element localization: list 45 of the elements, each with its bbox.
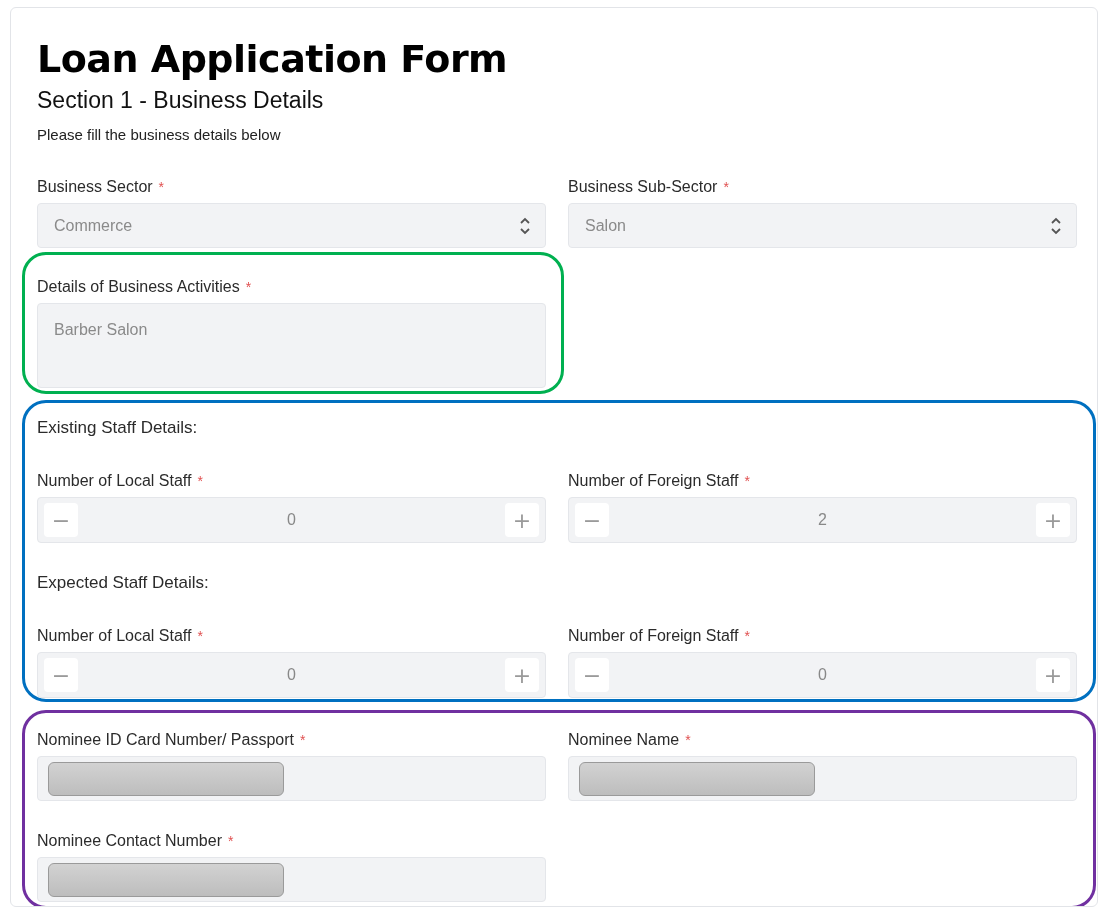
instruction-text: Please fill the business details below <box>37 126 282 144</box>
field-label: Number of Foreign Staff <box>568 627 739 645</box>
form-title: Loan Application Form <box>37 37 509 81</box>
input-field[interactable] <box>37 756 546 801</box>
field-label: Number of Local Staff <box>37 472 192 490</box>
number-field[interactable]: 0 <box>287 666 296 684</box>
section-title: Section 1 - Business Details <box>37 87 325 113</box>
decrement-button[interactable]: − <box>575 503 609 537</box>
decrement-button[interactable]: − <box>44 658 78 692</box>
increment-button[interactable]: + <box>505 658 539 692</box>
input-field[interactable] <box>37 857 546 902</box>
text-area[interactable]: Barber Salon <box>37 303 546 388</box>
number-field[interactable]: 0 <box>818 666 827 684</box>
required-mark: * <box>197 628 203 644</box>
required-mark: * <box>197 473 203 489</box>
select-field[interactable]: Commerce <box>37 203 546 248</box>
group-heading: Expected Staff Details: <box>37 574 210 592</box>
increment-button[interactable]: + <box>1036 503 1070 537</box>
select-field[interactable]: Salon <box>568 203 1077 248</box>
number-field[interactable]: 2 <box>818 511 827 529</box>
required-mark: * <box>300 732 306 748</box>
group-heading: Existing Staff Details: <box>37 419 199 437</box>
required-mark: * <box>245 279 252 295</box>
field-label: Nominee ID Card Number/ Passport <box>37 731 294 749</box>
required-mark: * <box>723 179 729 195</box>
increment-button[interactable]: + <box>1036 658 1070 692</box>
field-label: Number of Foreign Staff <box>568 472 739 490</box>
chevron-updown-icon <box>1050 215 1062 236</box>
field-label: Nominee Name <box>568 731 680 749</box>
number-field[interactable]: 0 <box>287 511 296 529</box>
field-label: Number of Local Staff <box>37 627 192 645</box>
decrement-button[interactable]: − <box>44 503 78 537</box>
decrement-button[interactable]: − <box>575 658 609 692</box>
field-label: Business Sector <box>37 178 153 196</box>
input-field[interactable] <box>568 756 1077 801</box>
field-label: Nominee Contact Number <box>37 832 222 850</box>
required-mark: * <box>744 473 750 489</box>
chevron-updown-icon <box>519 215 531 236</box>
required-mark: * <box>227 833 234 849</box>
required-mark: * <box>685 732 691 748</box>
field-label: Details of Business Activities <box>37 278 240 296</box>
increment-button[interactable]: + <box>505 503 539 537</box>
required-mark: * <box>158 179 165 195</box>
field-label: Business Sub-Sector <box>568 178 718 196</box>
required-mark: * <box>744 628 750 644</box>
